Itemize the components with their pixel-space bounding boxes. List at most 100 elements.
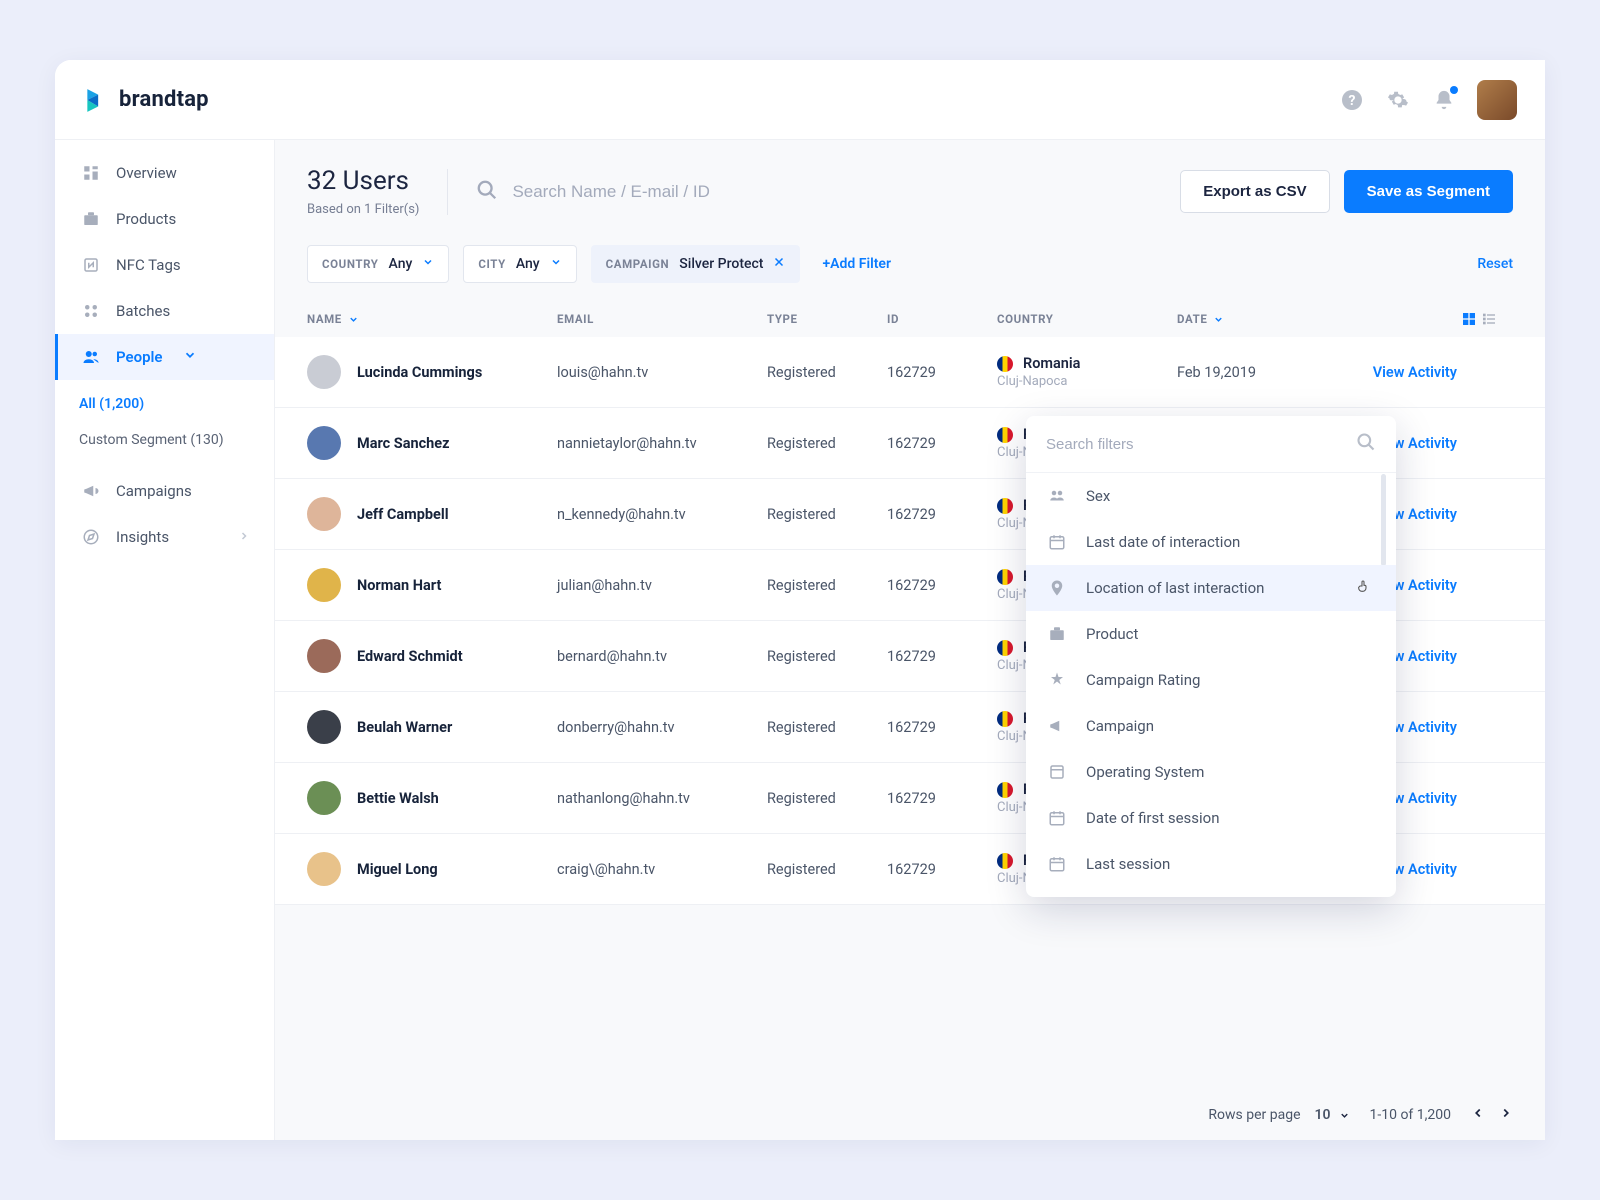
chevron-down-icon [183,348,197,366]
user-id: 162729 [887,435,997,452]
row-avatar [307,639,341,673]
dropdown-item[interactable]: Location of last interaction [1026,565,1396,611]
search-input[interactable] [512,182,1152,202]
dropdown-search-input[interactable] [1046,436,1346,453]
col-email[interactable]: EMAIL [557,312,767,326]
dropdown-item[interactable]: Campaign [1026,703,1396,749]
filter-value: Any [389,256,413,272]
col-date[interactable]: DATE [1177,312,1327,326]
search-icon [1356,432,1376,456]
sidebar-item-label: Campaigns [116,482,192,500]
sidebar-item-people[interactable]: People [55,334,274,380]
gear-icon[interactable] [1385,87,1411,113]
user-id: 162729 [887,861,997,878]
bell-icon[interactable] [1431,87,1457,113]
range-label: 1-10 of 1,200 [1370,1107,1452,1123]
prev-page-button[interactable] [1471,1106,1485,1124]
grid-icon [82,164,100,182]
add-filter-button[interactable]: +Add Filter [822,256,891,272]
user-name: Jeff Campbell [357,506,449,523]
reset-filters-link[interactable]: Reset [1477,256,1513,272]
user-name: Norman Hart [357,577,441,594]
save-segment-button[interactable]: Save as Segment [1344,170,1513,213]
user-type: Registered [767,790,887,807]
dropdown-item[interactable]: Sex [1026,473,1396,519]
filters-row: COUNTRY Any CITY Any CAMPAIGN Silver Pro… [275,237,1545,301]
user-type: Registered [767,719,887,736]
sidebar-item-overview[interactable]: Overview [55,150,274,196]
col-type[interactable]: TYPE [767,312,887,326]
cell-name: Jeff Campbell [307,497,557,531]
dropdown-item[interactable]: Product [1026,611,1396,657]
user-avatar[interactable] [1477,80,1517,120]
user-email: louis@hahn.tv [557,364,767,381]
sidebar-item-label: Batches [116,302,170,320]
flag-icon [997,853,1013,869]
cell-name: Miguel Long [307,852,557,886]
view-activity-link[interactable]: View Activity [1327,364,1457,381]
export-csv-button[interactable]: Export as CSV [1180,170,1329,213]
next-page-button[interactable] [1499,1106,1513,1124]
dropdown-item-icon [1048,487,1068,505]
dropdown-item-icon [1048,579,1068,597]
cursor-icon [1356,578,1372,598]
cell-name: Norman Hart [307,568,557,602]
dropdown-item[interactable]: Last session [1026,841,1396,887]
flag-icon [997,640,1013,656]
sidebar-item-nfc[interactable]: NFC Tags [55,242,274,288]
user-id: 162729 [887,577,997,594]
people-subnav: All (1,200) Custom Segment (130) [55,380,274,468]
rows-per-page[interactable]: Rows per page 10 [1208,1107,1349,1123]
dropdown-item[interactable]: Campaign Rating [1026,657,1396,703]
subitem-custom-segment[interactable]: Custom Segment (130) [55,422,274,458]
row-date: Feb 19,2019 [1177,364,1327,381]
sidebar-item-label: NFC Tags [116,256,181,274]
user-id: 162729 [887,364,997,381]
dropdown-item-label: Sex [1086,487,1110,505]
filter-campaign[interactable]: CAMPAIGN Silver Protect [591,245,801,283]
col-name[interactable]: NAME [307,312,557,326]
dropdown-item-label: Location of last interaction [1086,579,1264,597]
user-type: Registered [767,577,887,594]
user-id: 162729 [887,648,997,665]
user-name: Beulah Warner [357,719,452,736]
user-email: donberry@hahn.tv [557,719,767,736]
sidebar-item-batches[interactable]: Batches [55,288,274,334]
view-toggles[interactable] [1457,311,1497,327]
row-avatar [307,355,341,389]
user-type: Registered [767,648,887,665]
row-avatar [307,852,341,886]
dropdown-item[interactable]: Operating System [1026,749,1396,795]
filter-city[interactable]: CITY Any [463,245,576,283]
filter-value: Silver Protect [679,256,763,272]
flag-icon [997,498,1013,514]
topbar-actions: ? [1339,80,1517,120]
dropdown-item[interactable]: Last date of interaction [1026,519,1396,565]
user-id: 162729 [887,790,997,807]
col-id[interactable]: ID [887,312,997,326]
sidebar-item-label: Overview [116,164,177,182]
brand-logo-icon [83,87,109,113]
notification-dot [1450,86,1458,94]
user-city: Cluj-Napoca [997,374,1177,389]
dropdown-item[interactable]: Date of first session [1026,795,1396,841]
dropdown-item-icon [1048,533,1068,551]
filter-value: Any [516,256,540,272]
help-icon[interactable]: ? [1339,87,1365,113]
megaphone-icon [82,482,100,500]
user-email: bernard@hahn.tv [557,648,767,665]
cell-name: Marc Sanchez [307,426,557,460]
cell-name: Edward Schmidt [307,639,557,673]
dropdown-item-label: Last session [1086,855,1170,873]
filter-country[interactable]: COUNTRY Any [307,245,449,283]
pagination-nav [1471,1106,1513,1124]
sidebar-item-insights[interactable]: Insights [55,514,274,560]
app-window: brandtap ? Overview [55,60,1545,1140]
close-icon[interactable] [773,256,785,272]
subitem-all[interactable]: All (1,200) [55,386,274,422]
main: 32 Users Based on 1 Filter(s) Export as … [275,140,1545,1140]
col-country[interactable]: COUNTRY [997,312,1177,326]
sidebar-item-products[interactable]: Products [55,196,274,242]
rows-value: 10 [1315,1107,1331,1123]
sidebar-item-campaigns[interactable]: Campaigns [55,468,274,514]
